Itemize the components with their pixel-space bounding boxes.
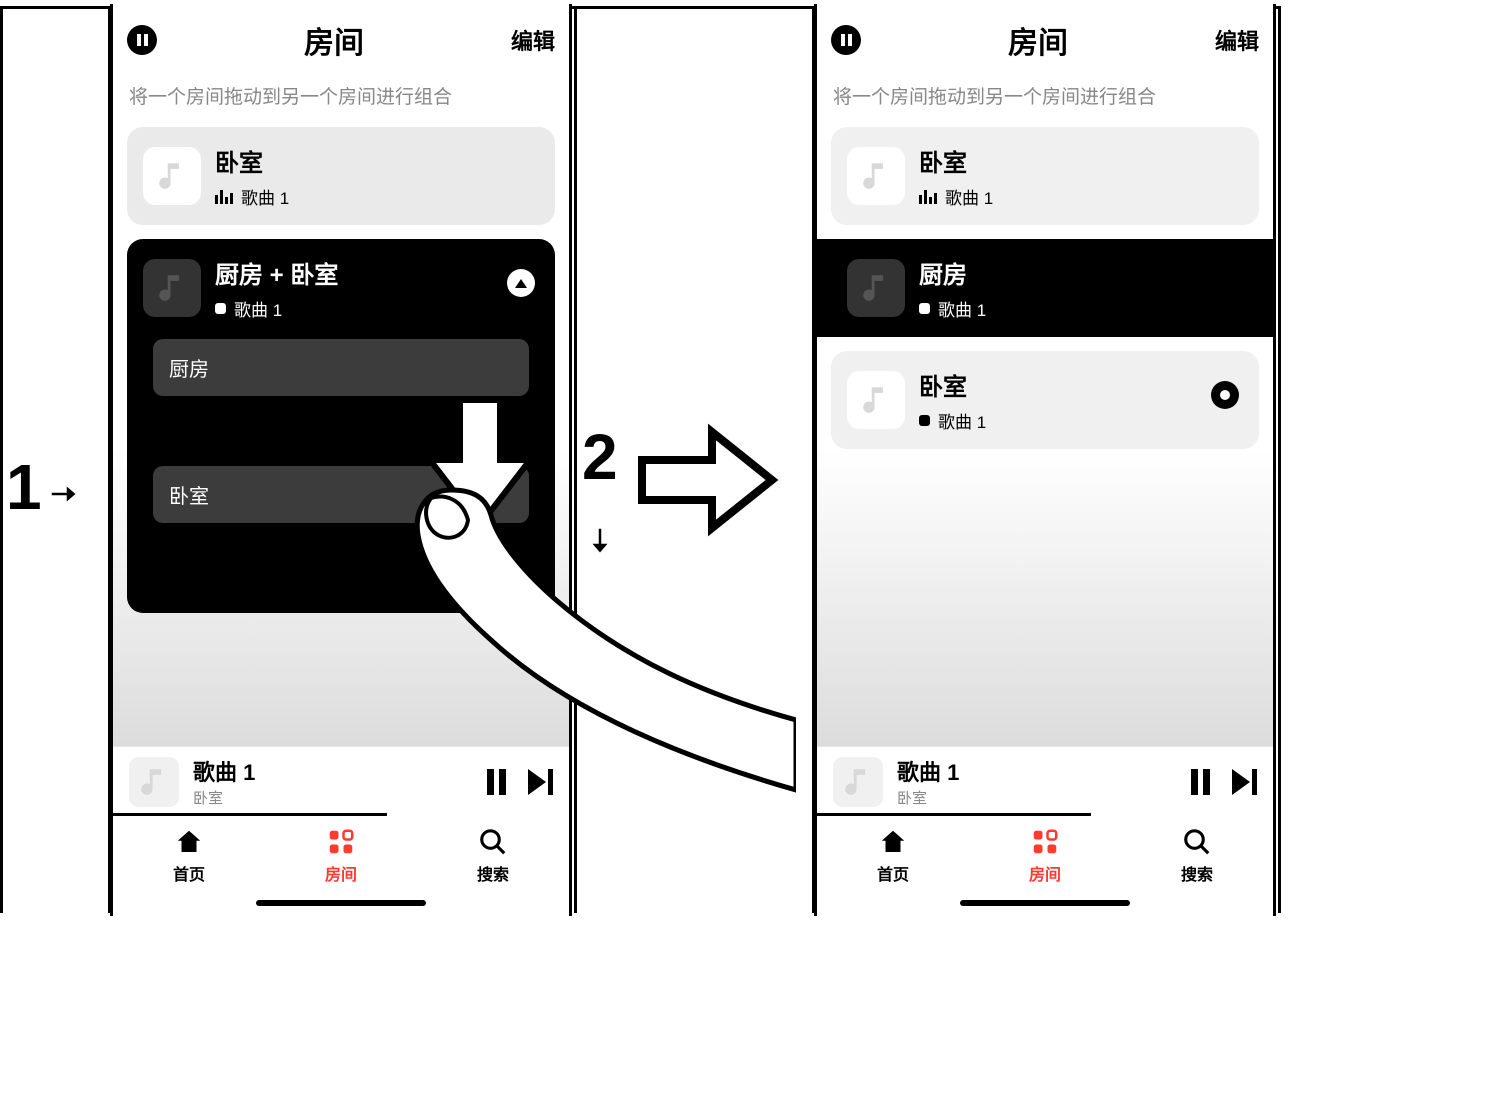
album-art-icon: [129, 757, 179, 807]
album-art-icon: [847, 371, 905, 429]
album-art-icon: [143, 147, 201, 205]
song-label: 歌曲 1: [241, 184, 289, 209]
tab-label: 搜索: [477, 861, 509, 885]
sub-room-bedroom[interactable]: 卧室: [153, 466, 529, 523]
tab-rooms[interactable]: 房间: [325, 827, 357, 885]
arrow-right-icon: [48, 450, 78, 524]
arrow-down-icon: [585, 496, 615, 570]
room-name: 卧室: [919, 367, 1243, 402]
badge-icon: [1211, 381, 1239, 409]
album-art-icon: [847, 259, 905, 317]
room-name: 厨房: [919, 255, 1243, 290]
tab-label: 房间: [325, 861, 357, 885]
player-room: 卧室: [897, 787, 1177, 808]
badge-icon: [507, 269, 535, 297]
pause-status-icon[interactable]: [831, 25, 861, 55]
hint-text: 将一个房间拖动到另一个房间进行组合: [833, 82, 1257, 109]
room-card-kitchen[interactable]: 厨房 歌曲 1: [817, 239, 1273, 337]
hint-text: 将一个房间拖动到另一个房间进行组合: [129, 82, 553, 109]
pause-status-icon[interactable]: [127, 25, 157, 55]
tab-search[interactable]: 搜索: [1181, 827, 1213, 885]
player-title: 歌曲 1: [897, 755, 1177, 787]
home-indicator: [256, 900, 426, 906]
phone-before: 房间 编辑 将一个房间拖动到另一个房间进行组合 卧室 歌曲 1: [110, 4, 572, 916]
mini-player[interactable]: 歌曲 1 卧室: [817, 746, 1273, 816]
room-name: 卧室: [215, 143, 539, 178]
edit-button[interactable]: 编辑: [511, 24, 555, 56]
next-button-icon[interactable]: [528, 769, 553, 795]
instruction-diagram: 1 2 房间 编辑 将一个房间拖动到另一个房间进行组合: [0, 0, 1494, 1113]
equalizer-icon: [919, 190, 937, 204]
edit-button[interactable]: 编辑: [1215, 24, 1259, 56]
pause-button-icon[interactable]: [1191, 769, 1210, 795]
status-dot-icon: [919, 415, 930, 426]
mini-player[interactable]: 歌曲 1 卧室: [113, 746, 569, 816]
album-art-icon: [833, 757, 883, 807]
album-art-icon: [847, 147, 905, 205]
screen-title: 房间: [304, 18, 364, 62]
song-label: 歌曲 1: [938, 296, 986, 321]
step-2-number: 2: [582, 420, 618, 494]
song-label: 歌曲 1: [234, 296, 282, 321]
title-bar: 房间 编辑: [127, 18, 555, 62]
tab-label: 首页: [173, 861, 205, 885]
title-bar: 房间 编辑: [831, 18, 1259, 62]
next-button-icon[interactable]: [1232, 769, 1257, 795]
equalizer-icon: [215, 190, 233, 204]
room-card-bedroom[interactable]: 卧室 歌曲 1: [127, 127, 555, 225]
song-label: 歌曲 1: [938, 408, 986, 433]
room-name: 厨房 + 卧室: [215, 255, 539, 290]
tab-rooms[interactable]: 房间: [1029, 827, 1061, 885]
step-2-label: 2: [582, 420, 618, 570]
tab-home[interactable]: 首页: [173, 827, 205, 885]
room-name: 卧室: [919, 143, 1243, 178]
room-card-bedroom[interactable]: 卧室 歌曲 1: [831, 127, 1259, 225]
tab-home[interactable]: 首页: [877, 827, 909, 885]
tab-label: 搜索: [1181, 861, 1213, 885]
progress-bar: [817, 813, 1091, 816]
album-art-icon: [143, 259, 201, 317]
pause-button-icon[interactable]: [487, 769, 506, 795]
player-title: 歌曲 1: [193, 755, 473, 787]
step-1-number: 1: [6, 450, 42, 524]
phone-after: 房间 编辑 将一个房间拖动到另一个房间进行组合 卧室 歌曲 1 厨房: [814, 4, 1276, 916]
room-card-bedroom-2[interactable]: 卧室 歌曲 1: [831, 351, 1259, 449]
player-room: 卧室: [193, 787, 473, 808]
step-1-label: 1: [6, 450, 78, 524]
song-label: 歌曲 1: [945, 184, 993, 209]
sub-room-kitchen[interactable]: 厨房: [153, 339, 529, 396]
big-arrow-right-icon: [632, 420, 782, 545]
tab-label: 房间: [1029, 861, 1061, 885]
screen-title: 房间: [1008, 18, 1068, 62]
home-indicator: [960, 900, 1130, 906]
tab-bar: 首页 房间 搜索: [817, 816, 1273, 896]
tab-bar: 首页 房间 搜索: [113, 816, 569, 896]
room-card-group[interactable]: 厨房 + 卧室 歌曲 1 厨房 卧室: [127, 239, 555, 613]
tab-search[interactable]: 搜索: [477, 827, 509, 885]
progress-bar: [113, 813, 387, 816]
status-dot-icon: [919, 303, 930, 314]
status-dot-icon: [215, 303, 226, 314]
tab-label: 首页: [877, 861, 909, 885]
